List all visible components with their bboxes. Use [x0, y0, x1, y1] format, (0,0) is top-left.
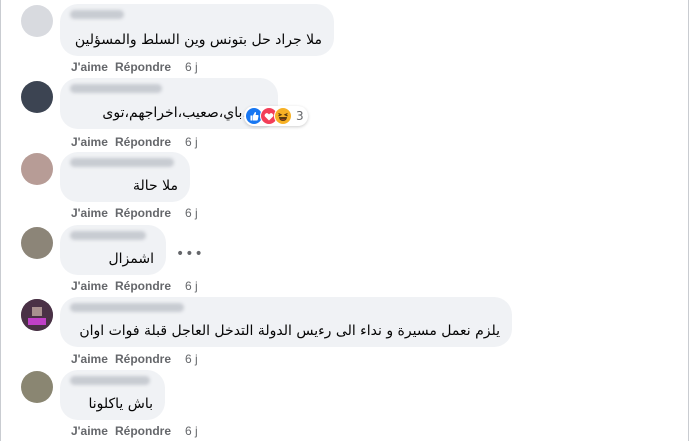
like-button[interactable]: J'aime: [71, 60, 115, 74]
like-button[interactable]: J'aime: [71, 206, 115, 220]
comment-actions: J'aime Répondre 6 j: [71, 352, 198, 366]
comment-bubble: باش ياكلونا: [60, 370, 165, 420]
comment-text: باش ياكلونا: [88, 396, 153, 412]
author-name-blurred[interactable]: [70, 231, 146, 240]
comment-time[interactable]: 6 j: [185, 60, 198, 74]
comment-text: ملا جراد حل بتونس وين السلط والمسؤلين: [74, 32, 322, 48]
comment-bubble: ملا جراد حل بتونس وين السلط والمسؤلين: [60, 4, 334, 56]
comment-actions: J'aime Répondre 6 j: [71, 135, 198, 149]
comment-text: يلزم نعمل مسيرة و نداء الى رءيس الدولة ا…: [79, 323, 500, 339]
like-button[interactable]: J'aime: [71, 279, 115, 293]
comment-time[interactable]: 6 j: [185, 352, 198, 366]
avatar[interactable]: [21, 227, 53, 259]
more-options-icon[interactable]: •••: [176, 247, 204, 261]
author-name-blurred[interactable]: [70, 10, 124, 19]
reply-button[interactable]: Répondre: [115, 206, 185, 220]
like-button[interactable]: J'aime: [71, 424, 115, 438]
author-name-blurred[interactable]: [70, 376, 150, 385]
comment-actions: J'aime Répondre 6 j: [71, 60, 198, 74]
comment-time[interactable]: 6 j: [185, 424, 198, 438]
haha-icon: [274, 107, 292, 125]
reply-button[interactable]: Répondre: [115, 135, 185, 149]
avatar[interactable]: [21, 81, 53, 113]
comment-text: ملا حالة: [133, 178, 178, 194]
comment-bubble: اشمزال: [60, 225, 166, 275]
comment-time[interactable]: 6 j: [185, 206, 198, 220]
reply-button[interactable]: Répondre: [115, 60, 185, 74]
comment-actions: J'aime Répondre 6 j: [71, 206, 198, 220]
reply-button[interactable]: Répondre: [115, 352, 185, 366]
reactions-badge[interactable]: 3: [244, 106, 308, 126]
reply-button[interactable]: Répondre: [115, 279, 185, 293]
comment-text: اشمزال: [108, 251, 155, 267]
comment-actions: J'aime Répondre 6 j: [71, 424, 198, 438]
reply-button[interactable]: Répondre: [115, 424, 185, 438]
comment-bubble: ملا حالة: [60, 152, 190, 202]
author-name-blurred[interactable]: [70, 158, 174, 167]
avatar[interactable]: [21, 153, 53, 185]
like-button[interactable]: J'aime: [71, 135, 115, 149]
author-name-blurred[interactable]: [70, 303, 184, 312]
like-button[interactable]: J'aime: [71, 352, 115, 366]
comment-time[interactable]: 6 j: [185, 135, 198, 149]
comment-time[interactable]: 6 j: [185, 279, 198, 293]
avatar[interactable]: [21, 5, 53, 37]
comment-text: باي،باي،صعيب،اخراجهم،توى: [102, 105, 266, 121]
avatar[interactable]: [21, 299, 53, 331]
comment-actions: J'aime Répondre 6 j: [71, 279, 198, 293]
author-name-blurred[interactable]: [70, 84, 162, 93]
avatar[interactable]: [21, 371, 53, 403]
comment-bubble: يلزم نعمل مسيرة و نداء الى رءيس الدولة ا…: [60, 297, 512, 347]
reaction-count: 3: [296, 109, 304, 123]
